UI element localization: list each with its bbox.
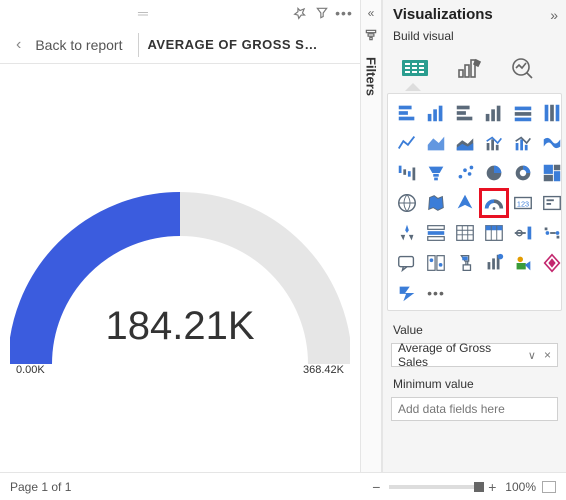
filter-icon[interactable] [314, 5, 330, 21]
minimum-well-label: Minimum value [391, 373, 558, 395]
expand-filters-icon[interactable]: « [368, 6, 375, 20]
viz-type-100-stacked-bar[interactable] [510, 100, 536, 126]
filters-funnel-icon [364, 28, 378, 45]
viz-type-map[interactable] [394, 190, 420, 216]
viz-type-kpi[interactable] [539, 190, 565, 216]
value-well-item[interactable]: Average of Gross Sales ∨ × [391, 343, 558, 367]
viz-type-card[interactable]: 123 [510, 190, 536, 216]
viz-type-treemap[interactable] [539, 160, 565, 186]
viz-type-clustered-column[interactable] [481, 100, 507, 126]
collapse-viz-icon[interactable]: » [550, 7, 558, 23]
report-nav: ‹ Back to report AVERAGE OF GROSS SAL… [0, 26, 360, 64]
visual-title: AVERAGE OF GROSS SAL… [147, 37, 317, 52]
gauge-visual[interactable]: 184.21K 0.00K 368.42K [10, 184, 350, 384]
viz-type-100-stacked-column[interactable] [539, 100, 565, 126]
viz-type-pie[interactable] [481, 160, 507, 186]
viz-tabs [383, 49, 566, 83]
visualizations-pane: Visualizations » Build visual 123 ••• Val… [382, 0, 566, 472]
filters-pane-collapsed[interactable]: « Filters [360, 0, 382, 472]
back-to-report-link[interactable]: Back to report [27, 37, 130, 53]
viz-type-narrative[interactable] [481, 250, 507, 276]
viz-type-gauge[interactable] [481, 190, 507, 216]
viz-type-scatter[interactable] [452, 160, 478, 186]
viz-type-waterfall[interactable] [394, 160, 420, 186]
viz-type-stacked-area[interactable] [452, 130, 478, 156]
gauge-max-label: 368.42K [303, 364, 344, 376]
viz-type-more[interactable]: ••• [423, 280, 449, 306]
viz-type-line-stacked-column[interactable] [481, 130, 507, 156]
tab-analytics[interactable] [505, 53, 541, 83]
viz-type-azure-map[interactable] [452, 190, 478, 216]
viz-type-filled-map[interactable] [423, 190, 449, 216]
viz-type-clustered-bar[interactable] [452, 100, 478, 126]
status-bar: Page 1 of 1 − + 100% [0, 472, 566, 500]
viz-type-stacked-column[interactable] [423, 100, 449, 126]
minimum-well-drop[interactable]: Add data fields here [391, 397, 558, 421]
zoom-percent: 100% [505, 480, 536, 494]
minimum-well-placeholder: Add data fields here [398, 402, 505, 416]
viz-type-stacked-bar[interactable] [394, 100, 420, 126]
tab-build[interactable] [397, 53, 433, 83]
zoom-out-button[interactable]: − [369, 479, 383, 495]
viz-type-power-automate[interactable] [394, 280, 420, 306]
gauge-value-label: 184.21K [10, 304, 350, 349]
viz-type-decomposition[interactable] [452, 250, 478, 276]
viz-type-python-visual[interactable] [539, 220, 565, 246]
tab-format[interactable] [451, 53, 487, 83]
viz-type-ribbon[interactable] [539, 130, 565, 156]
viz-type-paginated[interactable] [510, 250, 536, 276]
drag-handle-icon[interactable]: ═ [138, 5, 150, 21]
build-visual-label: Build visual [383, 27, 566, 49]
zoom-in-button[interactable]: + [485, 479, 499, 495]
gauge-min-label: 0.00K [16, 364, 45, 376]
viz-type-area[interactable] [423, 130, 449, 156]
remove-field-icon[interactable]: × [540, 348, 551, 362]
divider [138, 33, 139, 57]
chevron-down-icon[interactable]: ∨ [528, 349, 536, 362]
zoom-slider[interactable] [389, 485, 479, 489]
viz-type-multi-row-card[interactable] [394, 220, 420, 246]
fit-to-page-button[interactable] [542, 481, 556, 493]
pin-icon[interactable] [292, 5, 308, 21]
visualization-type-grid: 123 ••• [387, 93, 562, 311]
viz-type-funnel[interactable] [423, 160, 449, 186]
viz-type-key-influencers[interactable] [423, 250, 449, 276]
viz-type-line-clustered-column[interactable] [510, 130, 536, 156]
viz-type-qa[interactable] [394, 250, 420, 276]
value-well-item-text: Average of Gross Sales [398, 341, 524, 369]
report-canvas[interactable]: 184.21K 0.00K 368.42K [0, 64, 360, 500]
svg-text:123: 123 [517, 200, 529, 209]
viz-type-table[interactable] [452, 220, 478, 246]
visualizations-heading: Visualizations [393, 6, 493, 23]
viz-type-matrix[interactable] [481, 220, 507, 246]
back-chevron-icon[interactable]: ‹ [10, 36, 27, 54]
value-well-label: Value [391, 319, 558, 341]
zoom-controls: − + 100% [369, 479, 556, 495]
tab-indicator [383, 83, 566, 93]
viz-type-donut[interactable] [510, 160, 536, 186]
viz-type-power-apps[interactable] [539, 250, 565, 276]
page-indicator: Page 1 of 1 [10, 480, 71, 494]
viz-type-line[interactable] [394, 130, 420, 156]
more-icon[interactable]: ••• [336, 5, 352, 21]
filters-label: Filters [364, 57, 379, 96]
viz-type-slicer[interactable] [423, 220, 449, 246]
visual-header-toolbar: ═ ••• [0, 0, 360, 26]
report-area: ═ ••• ‹ Back to report AVERAGE OF GROSS … [0, 0, 360, 500]
viz-type-r-visual[interactable] [510, 220, 536, 246]
field-wells: Value Average of Gross Sales ∨ × Minimum… [383, 311, 566, 427]
